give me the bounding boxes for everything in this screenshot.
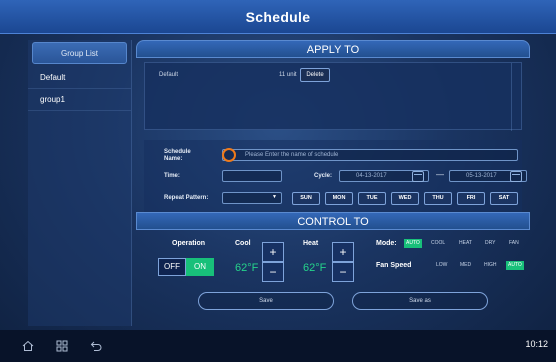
clock: 10:12 (525, 339, 548, 349)
sidebar-item-default[interactable]: Default (28, 67, 131, 89)
day-tue-button[interactable]: TUE (358, 192, 386, 205)
chevron-down-icon: ▼ (272, 194, 277, 200)
day-fri-button[interactable]: FRI (457, 192, 485, 205)
home-icon[interactable] (22, 340, 34, 352)
date-range-dash: — (436, 170, 444, 179)
cycle-end-value: 05-13-2017 (466, 173, 497, 179)
on-toggle[interactable]: ON (186, 258, 214, 276)
off-toggle[interactable]: OFF (158, 258, 186, 276)
apply-row-name: Default (159, 72, 179, 78)
heat-minus-button[interactable]: − (332, 262, 354, 282)
fan-speed-label: Fan Speed (376, 262, 412, 269)
cool-minus-button[interactable]: − (262, 262, 284, 282)
repeat-pattern-label: Repeat Pattern: (164, 195, 209, 201)
delete-button[interactable]: Delete (300, 68, 330, 82)
fan-med-option[interactable]: MED (458, 261, 473, 270)
back-icon[interactable] (90, 340, 102, 352)
cool-temp-value: 62°F (235, 262, 259, 274)
mode-label: Mode: (376, 240, 397, 247)
mode-cool-option[interactable]: COOL (429, 239, 447, 248)
cycle-start-value: 04-13-2017 (356, 173, 387, 179)
calendar-icon[interactable] (510, 171, 522, 182)
schedule-form: Schedule Name: Please Enter the name of … (144, 140, 527, 218)
mode-dry-option[interactable]: DRY (483, 239, 497, 248)
heat-label: Heat (303, 240, 319, 247)
schedule-name-input[interactable]: Please Enter the name of schedule (222, 149, 518, 161)
mode-fan-option[interactable]: FAN (507, 239, 521, 248)
schedule-screen: Schedule Group List Default group1 APPLY… (0, 0, 556, 362)
mode-heat-option[interactable]: HEAT (457, 239, 474, 248)
time-label: Time: (164, 173, 180, 179)
sidebar-item-group1[interactable]: group1 (28, 89, 131, 111)
heat-temp-value: 62°F (303, 262, 327, 274)
control-to-header: CONTROL TO (136, 212, 530, 230)
group-list-panel: Group List Default group1 (28, 40, 132, 326)
control-settings: Operation OFF ON Cool 62°F + − Heat 62°F… (136, 230, 530, 326)
day-sun-button[interactable]: SUN (292, 192, 320, 205)
calendar-icon[interactable] (412, 171, 424, 182)
app-grid-icon[interactable] (56, 340, 68, 352)
day-sat-button[interactable]: SAT (490, 192, 518, 205)
fan-high-option[interactable]: HIGH (482, 261, 499, 270)
save-as-button[interactable]: Save as (352, 292, 488, 310)
fan-auto-option[interactable]: AUTO (506, 261, 524, 270)
day-mon-button[interactable]: MON (325, 192, 353, 205)
day-wed-button[interactable]: WED (391, 192, 419, 205)
save-button[interactable]: Save (198, 292, 334, 310)
main-panel: APPLY TO Default 11 unit Delete Schedule… (136, 40, 530, 326)
cycle-label: Cycle: (314, 173, 333, 179)
schedule-name-placeholder: Please Enter the name of schedule (245, 152, 339, 158)
day-thu-button[interactable]: THU (424, 192, 452, 205)
group-list-header: Group List (32, 42, 127, 64)
heat-plus-button[interactable]: + (332, 242, 354, 262)
apply-list-scrollbar[interactable] (511, 63, 521, 131)
apply-row-units: 11 unit (279, 72, 297, 78)
system-bar: 10:12 (0, 330, 556, 362)
time-input[interactable] (222, 170, 282, 182)
apply-to-list: Default 11 unit Delete (144, 62, 522, 131)
apply-to-header: APPLY TO (136, 40, 530, 58)
operation-label: Operation (172, 240, 206, 247)
mode-auto-option[interactable]: AUTO (404, 239, 422, 248)
page-title: Schedule (0, 0, 556, 34)
cool-plus-button[interactable]: + (262, 242, 284, 262)
cool-label: Cool (235, 240, 251, 247)
schedule-name-label: Schedule Name: (164, 149, 191, 162)
touch-indicator-icon (222, 148, 236, 162)
fan-low-option[interactable]: LOW (434, 261, 449, 270)
